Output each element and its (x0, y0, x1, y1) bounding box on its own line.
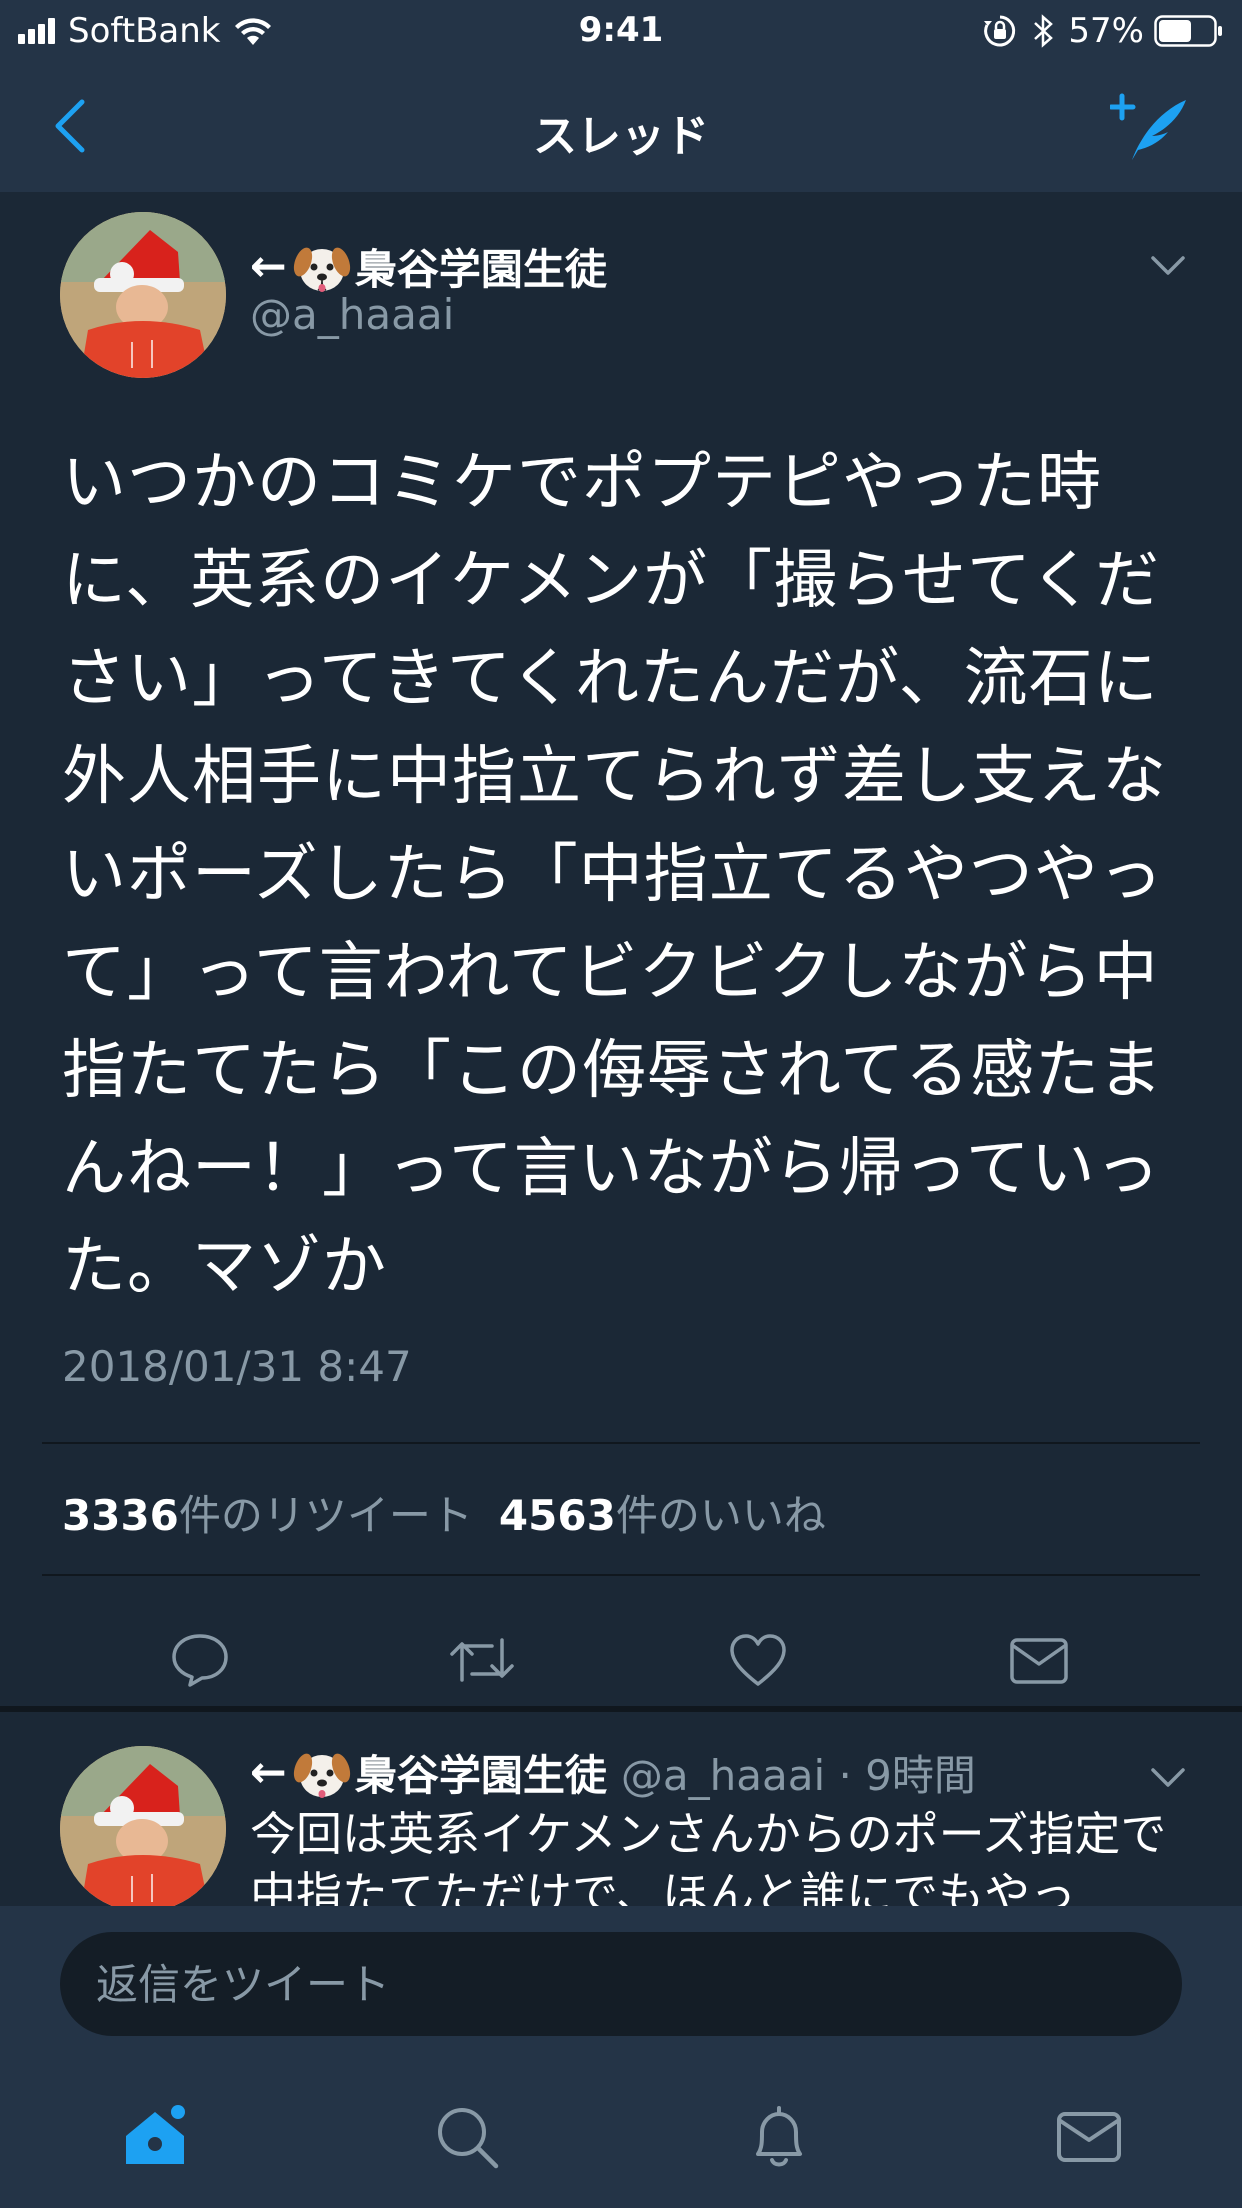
reply-header: ← 梟谷学園生徒 @a_haaai · 9時間 (250, 1742, 976, 1803)
handle-and-time: @a_haaai · 9時間 (620, 1751, 976, 1800)
compose-tweet-icon[interactable] (1110, 92, 1190, 162)
notifications-icon[interactable] (744, 2102, 814, 2172)
retweet-count[interactable]: 3336 (62, 1491, 179, 1540)
rotation-lock-icon (984, 15, 1016, 47)
like-count[interactable]: 4563 (499, 1491, 616, 1540)
tweet-stats: 3336 件のリツイート 4563 件のいいね (62, 1482, 852, 1543)
tweet-actions (0, 1612, 1242, 1702)
retweet-icon[interactable] (448, 1632, 516, 1688)
display-name[interactable]: ← 梟谷学園生徒 (250, 1742, 607, 1803)
display-name-text: 梟谷学園生徒 (354, 1751, 607, 1800)
like-count-label[interactable]: 件のいいね (616, 1482, 826, 1543)
battery-percentage: 57% (1068, 11, 1144, 51)
retweet-count-label[interactable]: 件のリツイート (179, 1482, 473, 1543)
tweet-text: いつかのコミケでポプテピやった時に、英系のイケメンが「撮らせてください」ってきて… (62, 446, 1167, 1304)
chevron-down-icon[interactable] (1150, 254, 1186, 278)
page-title: スレッド (533, 111, 709, 162)
tab-bar (0, 2046, 1242, 2208)
display-name-text: 梟谷学園生徒 (354, 245, 607, 294)
home-icon[interactable] (120, 2102, 190, 2172)
handle[interactable]: @a_haaai (250, 290, 454, 339)
like-icon[interactable] (728, 1632, 788, 1688)
chevron-down-icon[interactable] (1150, 1766, 1186, 1790)
reply-icon[interactable] (170, 1632, 230, 1688)
arrow-glyph: ← (250, 241, 287, 292)
search-icon[interactable] (432, 2102, 502, 2172)
bluetooth-icon (1034, 14, 1054, 48)
arrow-glyph: ← (250, 1747, 287, 1798)
dog-face-icon (293, 1753, 350, 1798)
reply-text: 今回は英系イケメンさんからのポーズ指定で中指たてただけで、ほんと誰にでもやっ (250, 1807, 1167, 1906)
reply-composer (0, 1906, 1242, 2046)
main-tweet: ← 梟谷学園生徒 @a_haaai いつかのコミケでポプテピやった時に、英系のイ… (0, 192, 1242, 1712)
avatar[interactable] (60, 1746, 226, 1906)
display-name[interactable]: ← 梟谷学園生徒 (250, 236, 607, 297)
battery-icon (1154, 15, 1222, 47)
avatar[interactable] (60, 212, 226, 378)
reply-tweet[interactable]: ← 梟谷学園生徒 @a_haaai · 9時間 今回は英系イケメンさんからのポー… (0, 1712, 1242, 1906)
reply-input[interactable] (60, 1932, 1182, 2036)
avatar-image (60, 1746, 226, 1906)
status-right: 57% (982, 8, 1224, 54)
dog-face-icon (293, 247, 350, 292)
divider (42, 1574, 1200, 1576)
tweet-timestamp: 2018/01/31 8:47 (62, 1342, 412, 1391)
divider (42, 1442, 1200, 1444)
status-bar: SoftBank 9:41 57% (0, 0, 1242, 62)
avatar-image (60, 212, 226, 378)
nav-bar: スレッド (0, 62, 1242, 192)
dm-icon[interactable] (1008, 1632, 1070, 1688)
messages-icon[interactable] (1054, 2102, 1124, 2172)
